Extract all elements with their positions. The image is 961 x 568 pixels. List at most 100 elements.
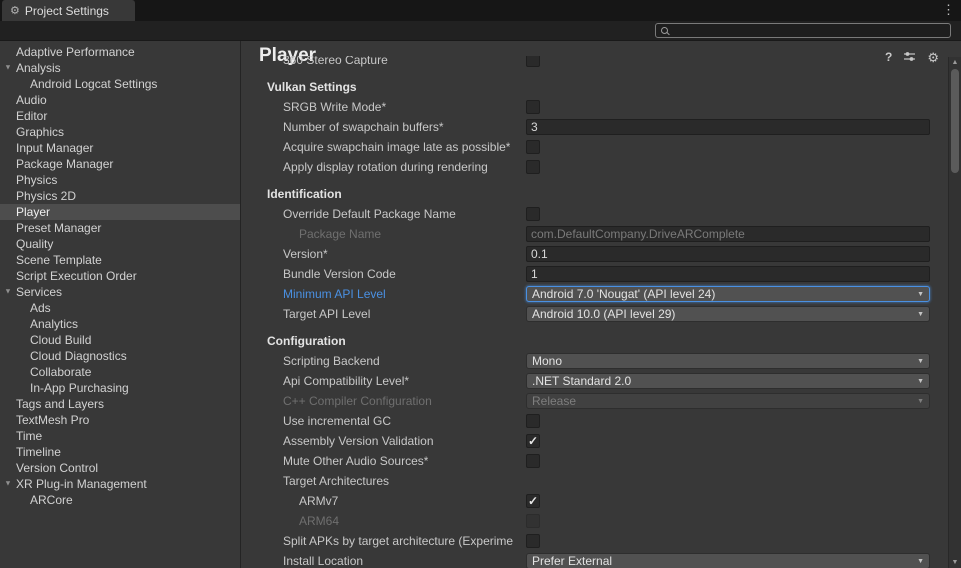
- setting-label-c-compiler-configuration: C++ Compiler Configuration: [283, 394, 432, 408]
- sidebar-item-quality[interactable]: Quality: [0, 236, 240, 252]
- sidebar-item-script-execution-order[interactable]: Script Execution Order: [0, 268, 240, 284]
- tab-project-settings[interactable]: ⚙ Project Settings: [2, 0, 135, 21]
- sidebar-item-cloud-build[interactable]: Cloud Build: [0, 332, 240, 348]
- main-panel: Player ? ⚙ 360 Stereo CaptureVulkan Sett: [241, 41, 961, 568]
- sidebar: Adaptive Performance▼AnalysisAndroid Log…: [0, 41, 241, 568]
- sidebar-item-xr-plug-in-management[interactable]: ▼XR Plug-in Management: [0, 476, 240, 492]
- sidebar-item-timeline[interactable]: Timeline: [0, 444, 240, 460]
- sidebar-item-input-manager[interactable]: Input Manager: [0, 140, 240, 156]
- text-field: [526, 226, 930, 242]
- sidebar-item-label: Cloud Diagnostics: [30, 349, 127, 363]
- dropdown-value: Prefer External: [532, 554, 911, 568]
- sidebar-item-arcore[interactable]: ARCore: [0, 492, 240, 508]
- checkbox[interactable]: ✓: [526, 494, 540, 508]
- dropdown[interactable]: .NET Standard 2.0▼: [526, 373, 930, 389]
- checkbox[interactable]: [526, 454, 540, 468]
- foldout-arrow-icon[interactable]: ▼: [4, 63, 11, 71]
- project-settings-window: ⚙ Project Settings ⋮ Adaptive Performanc…: [0, 0, 961, 568]
- text-field[interactable]: [526, 266, 930, 282]
- sidebar-item-physics[interactable]: Physics: [0, 172, 240, 188]
- scrollbar-thumb[interactable]: [951, 69, 959, 173]
- sidebar-item-package-manager[interactable]: Package Manager: [0, 156, 240, 172]
- sidebar-item-ads[interactable]: Ads: [0, 300, 240, 316]
- sidebar-item-services[interactable]: ▼Services: [0, 284, 240, 300]
- settings-row: Version*: [241, 244, 948, 264]
- scroll-up-arrow-icon[interactable]: ▲: [949, 59, 961, 66]
- setting-label-minimum-api-level: Minimum API Level: [283, 287, 386, 301]
- checkbox[interactable]: [526, 56, 540, 67]
- sidebar-item-label: Player: [16, 205, 50, 219]
- search-input[interactable]: [673, 25, 945, 37]
- vertical-scrollbar[interactable]: ▲ ▼: [948, 57, 961, 568]
- sidebar-item-audio[interactable]: Audio: [0, 92, 240, 108]
- toolbar: [0, 21, 961, 41]
- sidebar-item-analysis[interactable]: ▼Analysis: [0, 60, 240, 76]
- checkbox[interactable]: [526, 207, 540, 221]
- sidebar-item-label: ARCore: [30, 493, 73, 507]
- sidebar-item-cloud-diagnostics[interactable]: Cloud Diagnostics: [0, 348, 240, 364]
- sidebar-item-scene-template[interactable]: Scene Template: [0, 252, 240, 268]
- setting-label-mute-other-audio-sources: Mute Other Audio Sources*: [283, 454, 428, 468]
- sidebar-item-label: Quality: [16, 237, 53, 251]
- setting-label-apply-display-rotation-during-rendering: Apply display rotation during rendering: [283, 160, 488, 174]
- sidebar-item-time[interactable]: Time: [0, 428, 240, 444]
- checkbox[interactable]: [526, 534, 540, 548]
- sidebar-item-textmesh-pro[interactable]: TextMesh Pro: [0, 412, 240, 428]
- checkbox[interactable]: [526, 100, 540, 114]
- dropdown[interactable]: Android 10.0 (API level 29)▼: [526, 306, 930, 322]
- sidebar-item-label: TextMesh Pro: [16, 413, 89, 427]
- setting-label-armv7: ARMv7: [299, 494, 338, 508]
- scroll-down-arrow-icon[interactable]: ▼: [949, 559, 961, 566]
- gear-icon: ⚙: [10, 4, 20, 17]
- sidebar-item-label: Adaptive Performance: [16, 45, 135, 59]
- kebab-menu-icon[interactable]: ⋮: [942, 2, 955, 18]
- settings-rows: 360 Stereo CaptureVulkan SettingsSRGB Wr…: [241, 56, 948, 568]
- setting-label-srgb-write-mode: SRGB Write Mode*: [283, 100, 386, 114]
- dropdown-value: Release: [532, 394, 911, 408]
- sidebar-item-collaborate[interactable]: Collaborate: [0, 364, 240, 380]
- sidebar-item-version-control[interactable]: Version Control: [0, 460, 240, 476]
- sidebar-item-label: Script Execution Order: [16, 269, 137, 283]
- sidebar-item-label: Input Manager: [16, 141, 93, 155]
- text-field[interactable]: [526, 119, 930, 135]
- checkmark-icon: ✓: [528, 495, 538, 507]
- sidebar-item-label: Timeline: [16, 445, 61, 459]
- search-box[interactable]: [655, 23, 951, 38]
- dropdown[interactable]: Android 7.0 'Nougat' (API level 24)▼: [526, 286, 930, 302]
- settings-row: ARMv7 ✓: [241, 491, 948, 511]
- window-tab-bar: ⚙ Project Settings ⋮: [0, 0, 961, 21]
- setting-label-version: Version*: [283, 247, 328, 261]
- dropdown-value: Android 10.0 (API level 29): [532, 307, 911, 321]
- settings-row: 360 Stereo Capture: [241, 56, 948, 70]
- dropdown[interactable]: Prefer External▼: [526, 553, 930, 568]
- checkbox[interactable]: [526, 414, 540, 428]
- settings-row: Bundle Version Code: [241, 264, 948, 284]
- settings-row: Number of swapchain buffers*: [241, 117, 948, 137]
- sidebar-item-graphics[interactable]: Graphics: [0, 124, 240, 140]
- foldout-arrow-icon[interactable]: ▼: [4, 287, 11, 295]
- text-field[interactable]: [526, 246, 930, 262]
- foldout-arrow-icon[interactable]: ▼: [4, 479, 11, 487]
- sidebar-item-android-logcat-settings[interactable]: Android Logcat Settings: [0, 76, 240, 92]
- chevron-down-icon: ▼: [917, 291, 924, 298]
- sidebar-item-editor[interactable]: Editor: [0, 108, 240, 124]
- checkbox[interactable]: [526, 140, 540, 154]
- sidebar-item-adaptive-performance[interactable]: Adaptive Performance: [0, 44, 240, 60]
- sidebar-item-label: Audio: [16, 93, 47, 107]
- setting-label-number-of-swapchain-buffers: Number of swapchain buffers*: [283, 120, 444, 134]
- checkbox[interactable]: [526, 160, 540, 174]
- sidebar-item-player[interactable]: Player: [0, 204, 240, 220]
- sidebar-item-preset-manager[interactable]: Preset Manager: [0, 220, 240, 236]
- sidebar-item-label: Tags and Layers: [16, 397, 104, 411]
- chevron-down-icon: ▼: [917, 358, 924, 365]
- section-header: Configuration: [267, 334, 346, 348]
- section-header-row: Identification: [241, 184, 948, 204]
- sidebar-item-physics-2d[interactable]: Physics 2D: [0, 188, 240, 204]
- search-icon: [661, 27, 668, 34]
- dropdown[interactable]: Mono▼: [526, 353, 930, 369]
- sidebar-item-analytics[interactable]: Analytics: [0, 316, 240, 332]
- sidebar-item-in-app-purchasing[interactable]: In-App Purchasing: [0, 380, 240, 396]
- sidebar-item-label: Version Control: [16, 461, 98, 475]
- checkbox[interactable]: ✓: [526, 434, 540, 448]
- sidebar-item-tags-and-layers[interactable]: Tags and Layers: [0, 396, 240, 412]
